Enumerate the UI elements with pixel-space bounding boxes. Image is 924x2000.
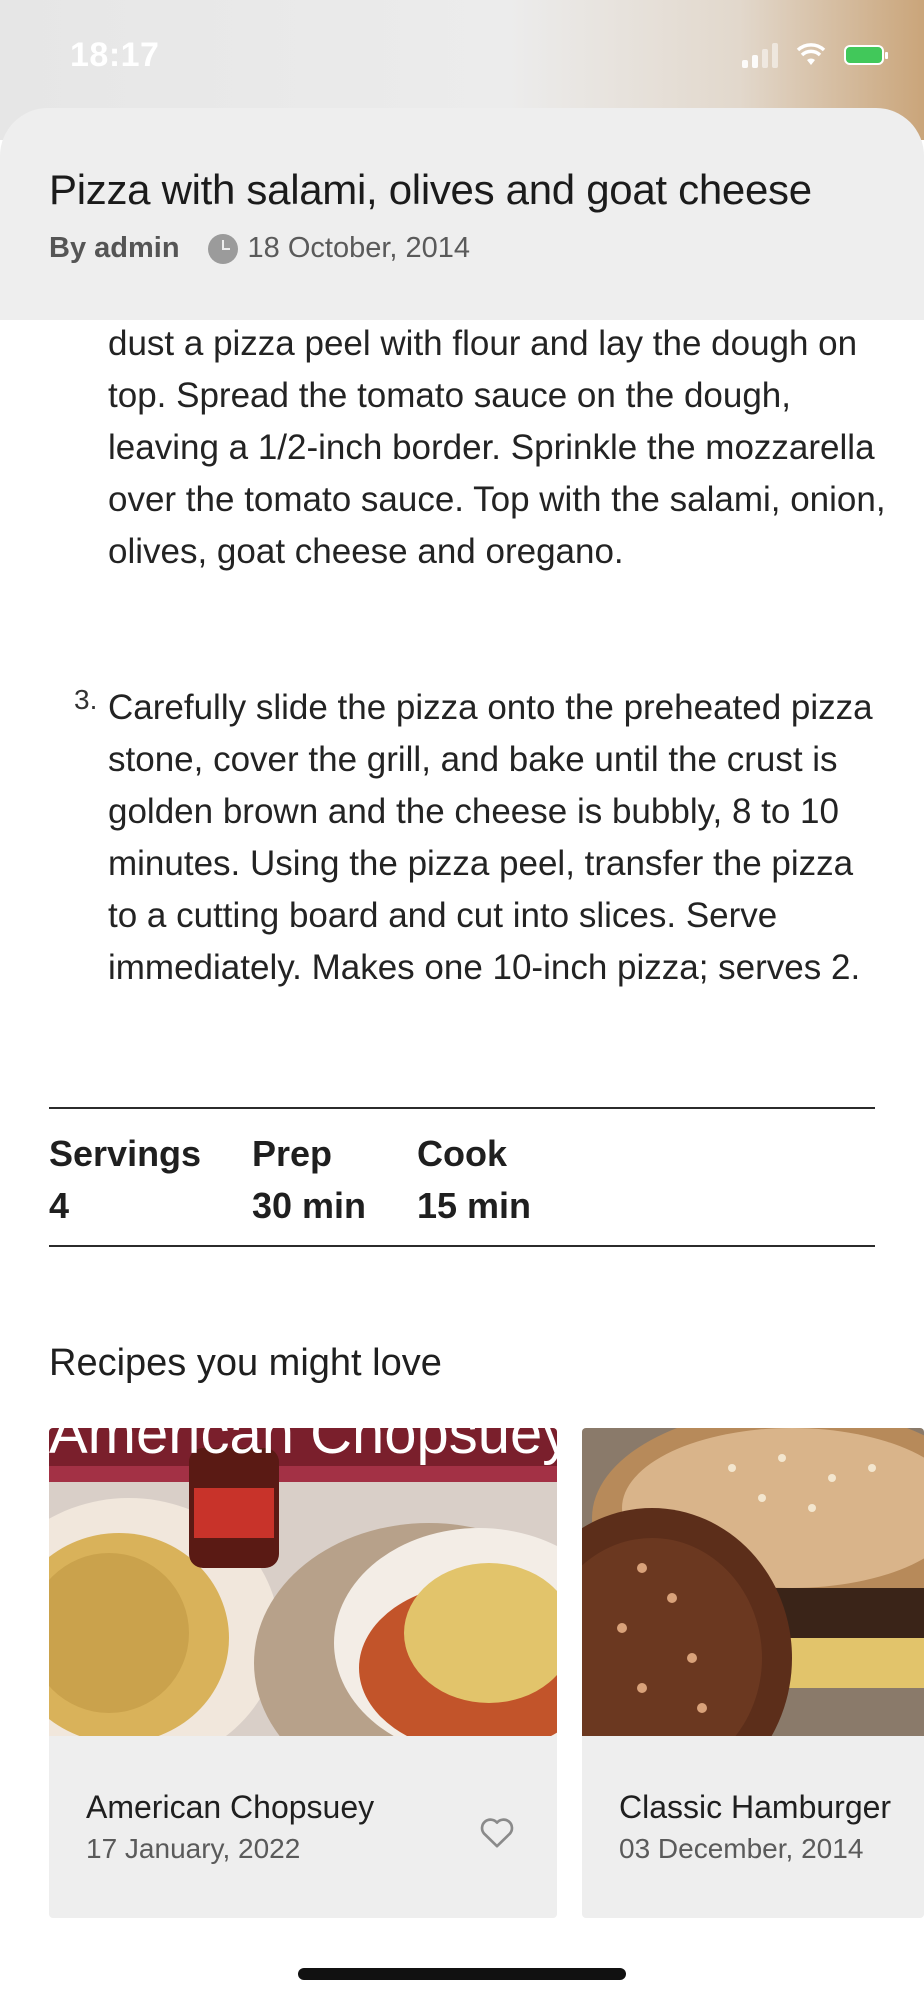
recipe-header: Pizza with salami, olives and goat chees… bbox=[0, 108, 924, 320]
recipe-card-image-caption: American Chopsuey bbox=[49, 1428, 557, 1466]
divider-top bbox=[49, 1107, 875, 1109]
recipe-card-image[interactable]: American Chopsuey bbox=[49, 1428, 557, 1736]
clock-icon bbox=[207, 233, 238, 264]
step-3-number: 3. bbox=[74, 684, 98, 715]
cook-stat: Cook 15 min bbox=[417, 1128, 531, 1232]
cook-label: Cook bbox=[417, 1133, 507, 1174]
recipe-card-title[interactable]: Classic Hamburger bbox=[619, 1789, 891, 1826]
prep-stat: Prep 30 min bbox=[252, 1128, 366, 1232]
step-2-text: dust a pizza peel with flour and lay the… bbox=[108, 324, 886, 571]
recipe-card-title[interactable]: American Chopsuey bbox=[86, 1789, 374, 1826]
step-3-text: Carefully slide the pizza onto the prehe… bbox=[108, 688, 873, 987]
cellular-signal-icon bbox=[742, 42, 778, 68]
publish-date: 18 October, 2014 bbox=[247, 232, 471, 264]
status-icons bbox=[742, 42, 888, 68]
battery-charging-icon bbox=[844, 45, 888, 65]
status-time: 18:17 bbox=[70, 36, 160, 74]
servings-stat: Servings 4 bbox=[49, 1128, 201, 1232]
servings-value: 4 bbox=[49, 1185, 70, 1226]
wifi-icon bbox=[796, 43, 826, 65]
heart-icon[interactable] bbox=[477, 1812, 517, 1852]
recipe-meta: By admin 18 October, 2014 bbox=[49, 232, 470, 265]
recipe-card-image[interactable] bbox=[582, 1428, 924, 1736]
author-label[interactable]: By admin bbox=[49, 232, 180, 265]
recipe-card-american-chopsuey[interactable]: American Chopsuey American Chopsuey 17 J… bbox=[49, 1428, 557, 1918]
prep-value: 30 min bbox=[252, 1185, 367, 1226]
home-indicator[interactable] bbox=[298, 1968, 626, 1980]
related-recipes-title: Recipes you might love bbox=[49, 1342, 442, 1384]
page-title: Pizza with salami, olives and goat chees… bbox=[49, 166, 812, 213]
recipe-card-date: 03 December, 2014 bbox=[619, 1833, 864, 1864]
recipe-card-classic-hamburger[interactable]: Classic Hamburger 03 December, 2014 bbox=[582, 1428, 924, 1918]
recipe-card-date: 17 January, 2022 bbox=[86, 1833, 301, 1864]
cook-value: 15 min bbox=[417, 1185, 532, 1226]
divider-bottom bbox=[49, 1245, 875, 1247]
servings-label: Servings bbox=[49, 1133, 202, 1174]
prep-label: Prep bbox=[252, 1133, 333, 1174]
